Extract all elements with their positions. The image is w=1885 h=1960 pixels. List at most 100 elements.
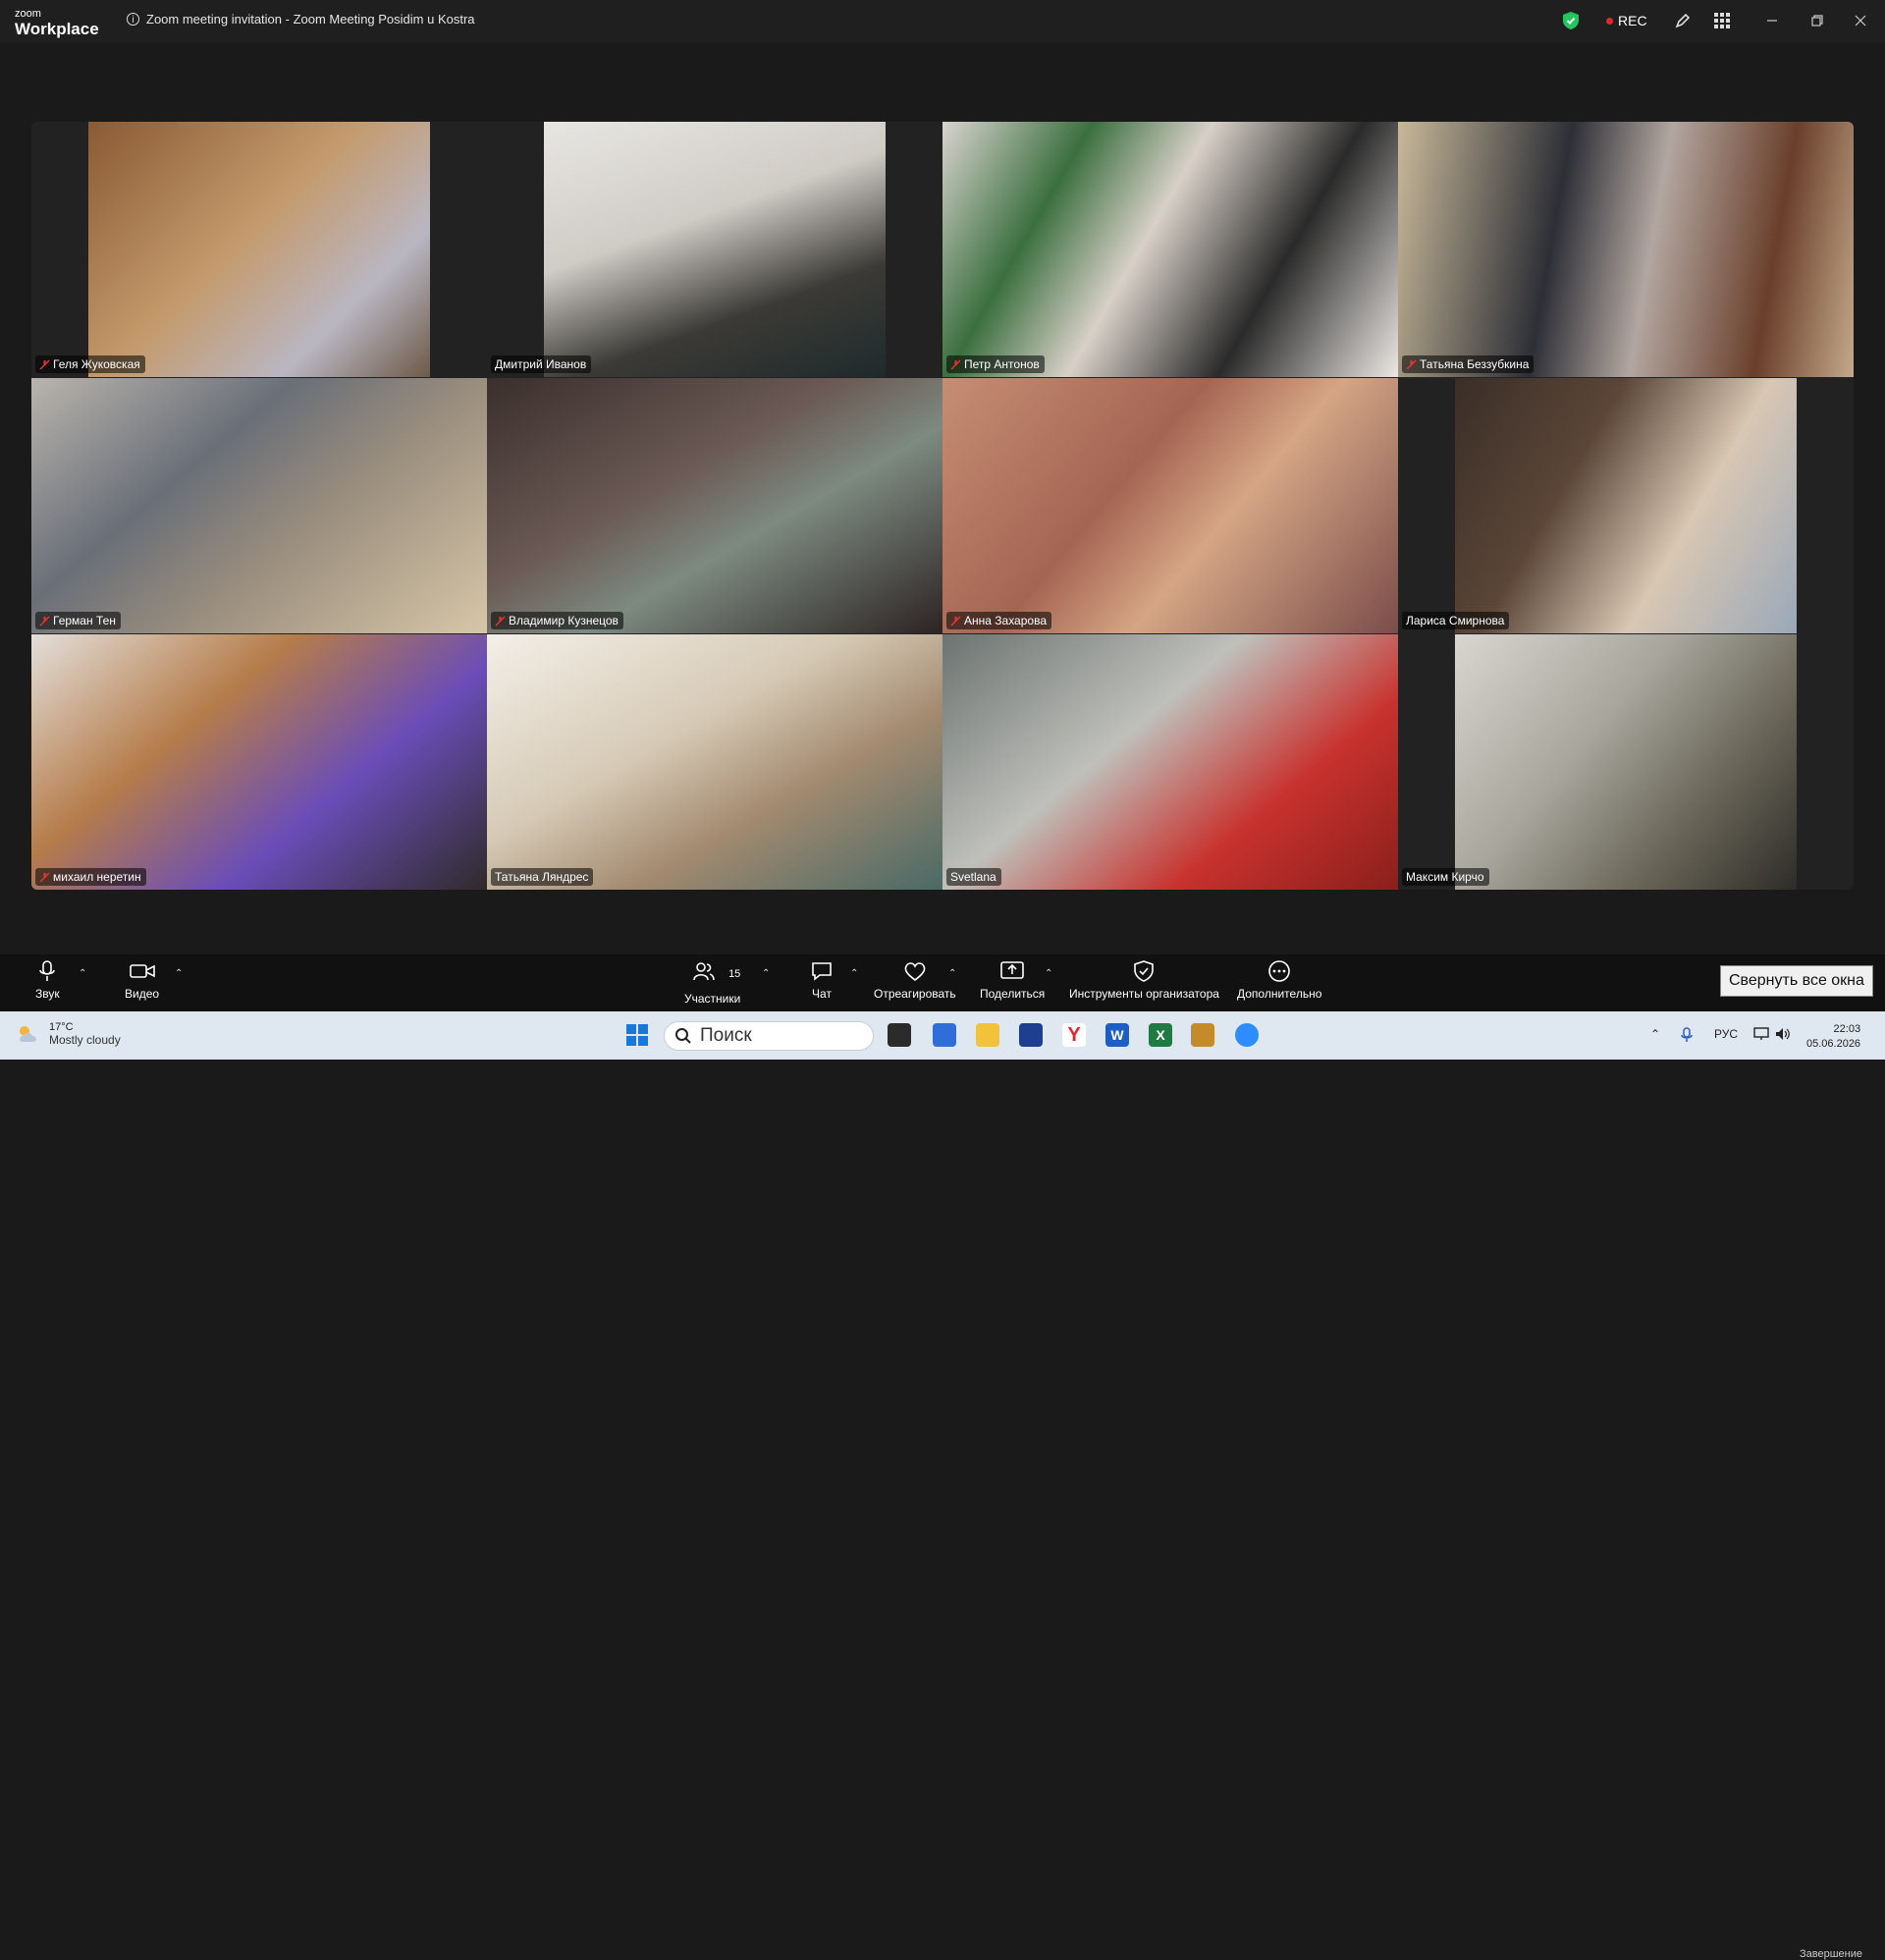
- meeting-info[interactable]: i Zoom meeting invitation - Zoom Meeting…: [127, 12, 475, 27]
- logo-big-text: Workplace: [15, 20, 99, 38]
- clock-date: 05.06.2026: [1806, 1038, 1861, 1050]
- video-tile[interactable]: Максим Кирчо: [1398, 634, 1854, 890]
- participants-label: Участники: [684, 992, 741, 1006]
- video-tile[interactable]: Дмитрий Иванов: [487, 122, 942, 377]
- muted-mic-icon: [39, 616, 50, 626]
- weather-condition: Mostly cloudy: [49, 1033, 121, 1047]
- recording-indicator[interactable]: REC: [1606, 13, 1647, 28]
- video-tile[interactable]: Svetlana: [942, 634, 1398, 890]
- video-tile-active-speaker[interactable]: Татьяна Ляндрес: [487, 634, 942, 890]
- video-feed: [544, 122, 886, 377]
- windows-taskbar: 17°C Mostly cloudy Поиск Y W X ⌃ РУС 22:…: [0, 1011, 1885, 1060]
- video-tile[interactable]: Герман Тен: [31, 378, 487, 633]
- task-view-icon[interactable]: [888, 1023, 911, 1047]
- participant-name-tag: Герман Тен: [35, 612, 121, 629]
- participant-name-tag: Владимир Кузнецов: [491, 612, 623, 629]
- participant-name: Петр Антонов: [964, 357, 1040, 371]
- zoom-app-icon[interactable]: [1235, 1023, 1259, 1047]
- annotate-pen-icon[interactable]: [1674, 12, 1692, 29]
- video-feed: [487, 634, 942, 890]
- video-options-caret-icon[interactable]: ⌃: [175, 968, 183, 979]
- chat-bubble-icon: [812, 962, 832, 981]
- network-icon[interactable]: [1753, 1027, 1769, 1041]
- react-options-caret-icon[interactable]: ⌃: [948, 968, 956, 979]
- search-icon: [675, 1028, 691, 1044]
- video-feed: [1455, 378, 1797, 633]
- video-tile[interactable]: Татьяна Беззубкина: [1398, 122, 1854, 377]
- microphone-tray-icon[interactable]: [1681, 1027, 1693, 1043]
- taskbar-search[interactable]: Поиск: [664, 1021, 874, 1051]
- participant-name: Дмитрий Иванов: [495, 357, 587, 371]
- excel-icon[interactable]: X: [1149, 1023, 1172, 1047]
- video-feed: [942, 122, 1398, 377]
- encryption-shield-icon[interactable]: [1563, 12, 1579, 29]
- store-icon[interactable]: [933, 1023, 956, 1047]
- participants-options-caret-icon[interactable]: ⌃: [762, 968, 770, 979]
- react-button[interactable]: Отреагировать: [874, 960, 956, 1001]
- video-label: Видео: [125, 987, 160, 1001]
- participants-button[interactable]: 15 Участники: [684, 960, 740, 1006]
- muted-mic-icon: [950, 359, 961, 369]
- word-icon[interactable]: W: [1105, 1023, 1129, 1047]
- rec-label: REC: [1618, 13, 1647, 28]
- video-tile[interactable]: Лариса Смирнова: [1398, 378, 1854, 633]
- chat-button[interactable]: Чат: [811, 960, 833, 1001]
- show-hidden-icons-chevron-icon[interactable]: ⌃: [1650, 1027, 1660, 1041]
- input-language[interactable]: РУС: [1714, 1027, 1738, 1041]
- more-ellipsis-icon: [1268, 960, 1290, 982]
- info-icon[interactable]: i: [127, 13, 139, 26]
- participant-name: Геля Жуковская: [53, 357, 140, 371]
- audio-button[interactable]: Звук: [35, 960, 60, 1001]
- apps-grid-icon[interactable]: [1713, 12, 1731, 29]
- chat-options-caret-icon[interactable]: ⌃: [850, 968, 858, 979]
- minimize-icon[interactable]: [1763, 12, 1781, 29]
- muted-mic-icon: [39, 872, 50, 882]
- weather-widget[interactable]: 17°C Mostly cloudy: [16, 1021, 121, 1047]
- search-placeholder: Поиск: [700, 1025, 752, 1046]
- participants-icon: [692, 962, 715, 981]
- participant-name: Анна Захарова: [964, 614, 1047, 627]
- participant-name-tag: Анна Захарова: [946, 612, 1051, 629]
- game-app-icon[interactable]: [1191, 1023, 1214, 1047]
- video-feed: [31, 634, 487, 890]
- end-button-label[interactable]: Завершение: [1800, 1948, 1862, 1960]
- participant-name-tag: Геля Жуковская: [35, 355, 145, 373]
- audio-label: Звук: [35, 987, 60, 1001]
- meeting-title: Zoom meeting invitation - Zoom Meeting P…: [146, 12, 475, 27]
- logo-small-text: zoom: [15, 8, 41, 20]
- meeting-controls: Звук ⌃ Видео ⌃ 15 Участники ⌃ Чат ⌃ Отре…: [0, 954, 1885, 1960]
- video-tile[interactable]: михаил неретин: [31, 634, 487, 890]
- host-tools-button[interactable]: Инструменты организатора: [1069, 960, 1219, 1001]
- restore-icon[interactable]: [1808, 12, 1826, 29]
- chat-label: Чат: [812, 987, 832, 1001]
- clock-time: 22:03: [1833, 1023, 1861, 1035]
- app-icon[interactable]: [1019, 1023, 1043, 1047]
- video-button[interactable]: Видео: [125, 960, 159, 1001]
- more-button[interactable]: Дополнительно: [1237, 960, 1321, 1001]
- heart-react-icon: [904, 962, 926, 982]
- audio-options-caret-icon[interactable]: ⌃: [79, 968, 86, 979]
- participant-name: Лариса Смирнова: [1406, 614, 1505, 627]
- share-button[interactable]: Поделиться: [980, 960, 1045, 1001]
- volume-icon[interactable]: [1775, 1027, 1791, 1041]
- windows-start-icon[interactable]: [625, 1023, 649, 1047]
- rec-dot-icon: [1606, 17, 1613, 25]
- more-label: Дополнительно: [1237, 987, 1322, 1001]
- participant-name: Татьяна Беззубкина: [1420, 357, 1530, 371]
- close-icon[interactable]: [1852, 12, 1869, 29]
- share-options-caret-icon[interactable]: ⌃: [1045, 968, 1052, 979]
- video-feed: [88, 122, 430, 377]
- video-feed: [942, 634, 1398, 890]
- react-label: Отреагировать: [874, 987, 956, 1001]
- participant-name-tag: Татьяна Ляндрес: [491, 868, 594, 886]
- yandex-browser-icon[interactable]: Y: [1062, 1023, 1086, 1047]
- file-explorer-icon[interactable]: [976, 1023, 999, 1047]
- video-tile[interactable]: Петр Антонов: [942, 122, 1398, 377]
- title-bar: zoom Workplace i Zoom meeting invitation…: [0, 0, 1885, 43]
- video-tile[interactable]: Владимир Кузнецов: [487, 378, 942, 633]
- system-clock[interactable]: 22:03 05.06.2026: [1806, 1022, 1860, 1052]
- video-tile[interactable]: Геля Жуковская: [31, 122, 487, 377]
- participant-name-tag: Дмитрий Иванов: [491, 355, 592, 373]
- video-tile[interactable]: Анна Захарова: [942, 378, 1398, 633]
- partly-cloudy-icon: [20, 1026, 36, 1042]
